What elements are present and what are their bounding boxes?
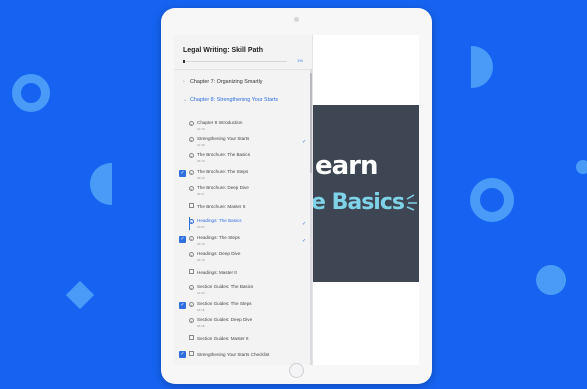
lesson-title: Chapter 8 Introduction (197, 120, 243, 125)
lesson-duration: 03:18 (197, 242, 205, 246)
lesson-title: Strengthening Your Starts Checklist (197, 352, 270, 357)
lesson-item[interactable]: ▸ Section Guides: Deep Dive 05:28 (177, 316, 309, 329)
chevron-right-icon: › (183, 79, 185, 85)
lesson-duration: 01:34 (197, 291, 205, 295)
lesson-item[interactable]: ▸ Headings: The Basics 00:53 ✓ (177, 217, 309, 230)
completed-check-icon: ✓ (302, 139, 307, 145)
play-icon: ▸ (189, 186, 194, 191)
play-icon: ▸ (189, 137, 194, 142)
lesson-item[interactable]: ✓ Strengthening Your Starts Checklist (177, 349, 309, 362)
lesson-item[interactable]: Headings: Master It (177, 267, 309, 280)
play-icon: ▸ (189, 285, 194, 290)
lesson-item[interactable]: The Brochure: Master It (177, 201, 309, 214)
lesson-title: Section Guides: The Basics (197, 284, 254, 289)
lesson-item[interactable]: Section Guides: Master It (177, 333, 309, 346)
decorative-ring-left (12, 74, 50, 112)
lesson-title: Headings: Deep Dive (197, 251, 241, 256)
lesson-duration: 03:18 (197, 308, 205, 312)
lesson-item[interactable]: ✓ ▸ The Brochure: The Steps 05:18 (177, 168, 309, 181)
home-button[interactable] (289, 363, 304, 378)
course-sidebar: Legal Writing: Skill Path 1% › Chapter 7:… (174, 35, 313, 365)
lesson-checkbox[interactable]: ✓ (179, 236, 186, 243)
decorative-diamond (65, 280, 95, 310)
lesson-title: Headings: The Steps (197, 235, 240, 240)
lesson-title: The Brochure: Deep Dive (197, 185, 249, 190)
document-icon (189, 335, 194, 340)
lesson-checkbox[interactable]: ✓ (179, 302, 186, 309)
tablet-frame: Legal Writing: Skill Path 1% › Chapter 7:… (161, 8, 432, 384)
play-icon: ▸ (189, 153, 194, 158)
lesson-item[interactable]: ▸ Headings: Deep Dive 04:18 (177, 250, 309, 263)
completed-check-icon: ✓ (302, 221, 307, 227)
video-title-line2: e Basics (313, 190, 405, 215)
lesson-checkbox[interactable]: ✓ (179, 351, 186, 358)
chapter-7-label: Chapter 7: Organizing Smartly (190, 79, 263, 85)
course-title: Legal Writing: Skill Path (183, 47, 263, 54)
play-icon: ▸ (189, 121, 194, 126)
decorative-ring-right (470, 178, 514, 222)
lesson-item[interactable]: ▸ The Brochure: Deep Dive 06:07 (177, 184, 309, 197)
decorative-dot-small (576, 160, 587, 174)
play-icon: ▸ (189, 318, 194, 323)
chapter-8-label: Chapter 8: Strengthening Your Starts (190, 97, 279, 103)
lesson-duration: 03:18 (197, 159, 205, 163)
video-player[interactable]: earn e Basics (313, 105, 419, 282)
lesson-title: Headings: Master It (197, 270, 237, 275)
chapter-7-toggle[interactable]: › Chapter 7: Organizing Smartly (183, 79, 263, 85)
lesson-title: Strengthening Your Starts (197, 136, 250, 141)
document-icon (189, 203, 194, 208)
lesson-checkbox[interactable]: ✓ (179, 170, 186, 177)
lesson-title: Section Guides: The Steps (197, 301, 252, 306)
lesson-item[interactable]: ▸ Section Guides: The Basics 01:34 (177, 283, 309, 296)
sparkle-icon (406, 194, 417, 211)
play-icon: ▸ (189, 252, 194, 257)
lesson-item[interactable]: ▸ Strengthening Your Starts 01:48 ✓ (177, 135, 309, 148)
lesson-title: Headings: The Basics (197, 218, 242, 223)
document-icon (189, 269, 194, 274)
lesson-duration: 05:18 (197, 176, 205, 180)
lesson-item[interactable]: ▸ Chapter 8 Introduction 01:18 (177, 119, 309, 132)
lesson-title: The Brochure: Master It (197, 204, 246, 209)
lesson-title: The Brochure: The Steps (197, 169, 249, 174)
lesson-duration: 06:07 (197, 192, 205, 196)
lesson-item[interactable]: ✓ ▸ Headings: The Steps 03:18 ✓ (177, 234, 309, 247)
tablet-screen: Legal Writing: Skill Path 1% › Chapter 7:… (174, 35, 419, 365)
sidebar-header: Legal Writing: Skill Path 1% (174, 35, 312, 70)
play-icon: ▸ (189, 170, 194, 175)
course-progress-bar (183, 60, 287, 63)
video-title-line1: earn (315, 151, 379, 181)
lesson-duration: 01:18 (197, 127, 205, 131)
decorative-dot-right (536, 265, 566, 295)
lesson-duration: 04:18 (197, 258, 205, 262)
play-icon: ▸ (189, 302, 194, 307)
play-icon: ▸ (189, 236, 194, 241)
lesson-title: Section Guides: Master It (197, 336, 249, 341)
chevron-down-icon: ⌄ (183, 97, 188, 103)
lesson-item[interactable]: ✓ ▸ Section Guides: The Steps 03:18 (177, 300, 309, 313)
lesson-content: earn e Basics (313, 35, 419, 365)
decorative-half-circle-right (471, 46, 493, 88)
completed-check-icon: ✓ (302, 238, 307, 244)
course-progress-fill (183, 60, 186, 63)
course-progress-text: 1% (297, 58, 303, 63)
chapter-8-toggle[interactable]: ⌄ Chapter 8: Strengthening Your Starts (183, 97, 278, 103)
lesson-item[interactable]: ▸ The Brochure: The Basics 03:18 (177, 151, 309, 164)
document-icon (189, 351, 194, 356)
lesson-title: Section Guides: Deep Dive (197, 317, 253, 322)
decorative-half-circle-left (90, 163, 112, 205)
lesson-duration: 01:48 (197, 143, 205, 147)
play-icon: ▸ (189, 219, 194, 224)
lesson-duration: 05:28 (197, 324, 205, 328)
camera-dot (294, 17, 299, 22)
lesson-duration: 00:53 (197, 225, 205, 229)
lesson-title: The Brochure: The Basics (197, 152, 251, 157)
